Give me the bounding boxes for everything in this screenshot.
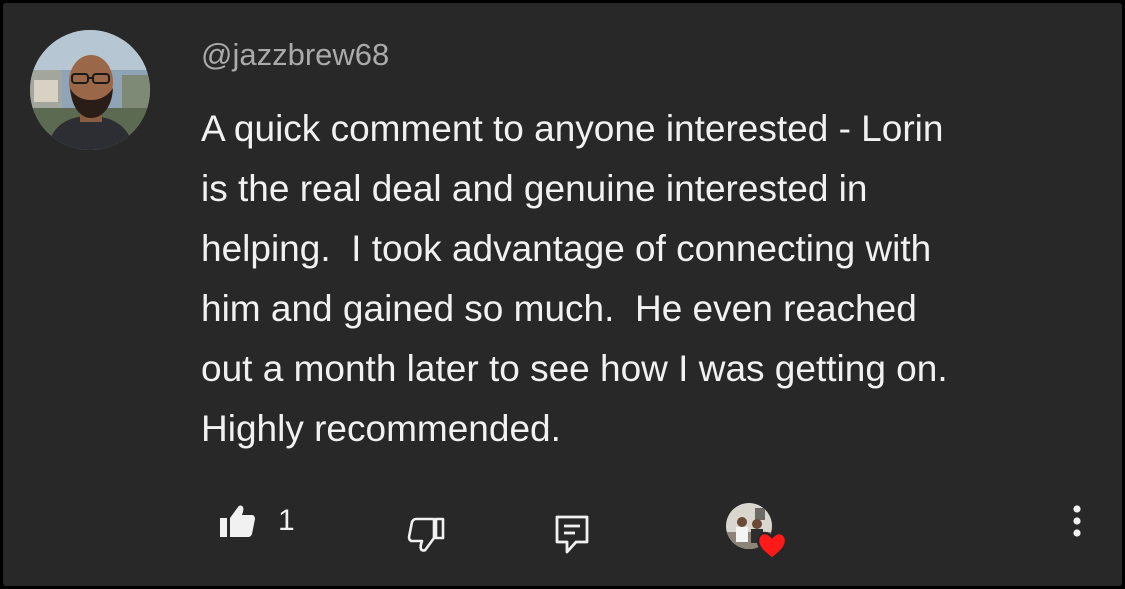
creator-heart[interactable]	[725, 502, 791, 561]
more-vertical-icon	[1073, 505, 1081, 537]
user-avatar[interactable]	[30, 30, 150, 150]
reply-icon	[555, 515, 589, 554]
dislike-button[interactable]	[406, 515, 446, 555]
like-button[interactable]	[217, 501, 257, 541]
comment-line: Highly recommended.	[201, 408, 561, 449]
comment-author[interactable]: @jazzbrew68	[201, 33, 389, 77]
comment-line: is the real deal and genuine interested …	[201, 168, 868, 209]
like-count: 1	[278, 504, 295, 537]
comment-text: A quick comment to anyone interested - L…	[201, 99, 1113, 459]
comment-line: helping. I took advantage of connecting …	[201, 228, 932, 269]
comment-line: out a month later to see how I was getti…	[201, 348, 948, 389]
comment-card: @jazzbrew68 A quick comment to anyone in…	[3, 3, 1122, 586]
thumbs-up-icon	[220, 505, 255, 537]
thumbs-down-icon	[407, 517, 445, 552]
comment-actions: 1	[3, 493, 1122, 561]
creator-heart-icon	[726, 503, 788, 561]
comment-line: A quick comment to anyone interested - L…	[201, 108, 944, 149]
reply-button[interactable]	[553, 513, 591, 555]
more-options-button[interactable]	[1065, 501, 1089, 541]
comment-line: him and gained so much. He even reached	[201, 288, 917, 329]
avatar-photo	[30, 30, 150, 150]
